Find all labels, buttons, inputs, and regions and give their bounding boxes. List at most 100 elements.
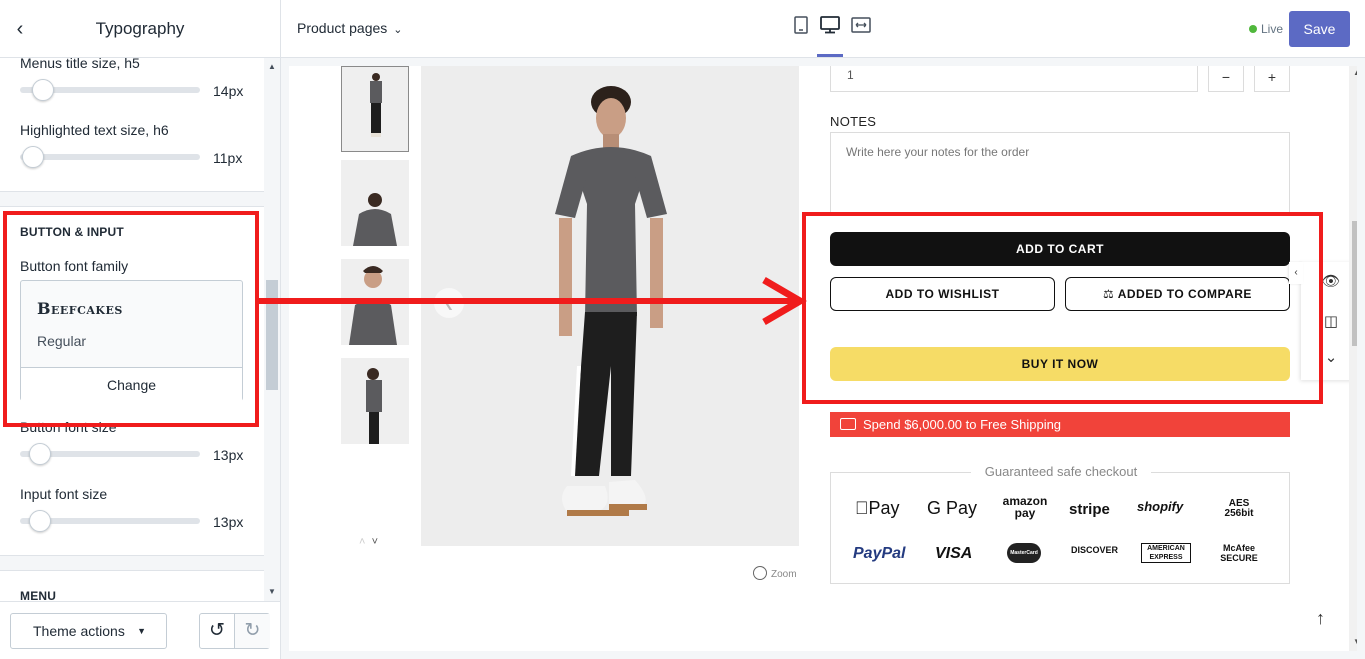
- collapse-chevron-icon[interactable]: ‹: [1289, 262, 1303, 284]
- shopping-bag-icon[interactable]: ◫: [1321, 312, 1341, 332]
- undo-icon[interactable]: ↺: [200, 614, 235, 648]
- thumb-up-icon[interactable]: ˄: [359, 536, 365, 548]
- thumbnail-nav: ˄ ˅: [359, 536, 378, 548]
- theme-actions-label: Theme actions: [33, 623, 125, 639]
- font-picker-card: Beefcakes Regular Change: [20, 280, 243, 401]
- menu-section-title: MENU: [20, 589, 57, 601]
- input-font-size-label: Input font size: [20, 486, 108, 502]
- scroll-up-icon[interactable]: ▲: [1349, 68, 1357, 77]
- added-to-compare-label: ADDED TO COMPARE: [1117, 287, 1252, 301]
- sidebar-title: Typography: [95, 19, 185, 38]
- desktop-view-icon[interactable]: [817, 16, 843, 57]
- amazon-pay-logo: amazon pay: [1002, 494, 1048, 520]
- product-thumbnail[interactable]: [341, 358, 409, 444]
- button-font-family-label: Button font family: [20, 258, 129, 274]
- thumb-down-icon[interactable]: ˅: [372, 536, 378, 548]
- change-font-button[interactable]: Change: [21, 367, 242, 401]
- scroll-up-icon[interactable]: ▲: [264, 60, 280, 74]
- save-button[interactable]: Save: [1289, 11, 1350, 47]
- redo-icon[interactable]: ↻: [235, 614, 270, 648]
- zoom-control[interactable]: Zoom: [753, 566, 797, 580]
- notes-textarea[interactable]: Write here your notes for the order: [830, 132, 1290, 216]
- mastercard-logo: MasterCard: [1007, 543, 1041, 563]
- discover-logo: DISCOVER: [1071, 545, 1119, 555]
- aes-badge: AES 256bit: [1224, 498, 1254, 519]
- fullwidth-view-icon[interactable]: [848, 16, 874, 42]
- image-prev-icon[interactable]: ❮: [434, 288, 464, 318]
- preview-scrollbar[interactable]: ▲ ▼: [1349, 66, 1357, 651]
- scrollbar-thumb[interactable]: [1352, 221, 1357, 346]
- truck-icon: [840, 418, 856, 430]
- button-font-size-label: Button font size: [20, 419, 117, 435]
- visa-logo: VISA: [935, 545, 973, 562]
- section-divider: [0, 191, 264, 207]
- undo-redo-group: ↺ ↻: [199, 613, 270, 649]
- section-divider: [0, 555, 264, 571]
- amex-logo: AMERICAN EXPRESS: [1141, 543, 1191, 563]
- highlighted-text-size-slider[interactable]: [20, 146, 200, 168]
- add-to-wishlist-button[interactable]: ADD TO WISHLIST: [830, 277, 1055, 311]
- button-font-size-slider[interactable]: [20, 443, 200, 465]
- slider-handle[interactable]: [29, 443, 51, 465]
- preview-frame: ˄ ˅ ❮ Zoom 1 − + NOTES Write here your n…: [289, 66, 1357, 651]
- sidebar-footer: Theme actions ▼ ↺ ↻: [0, 601, 280, 659]
- notes-label: NOTES: [830, 114, 877, 129]
- editor-topbar: Product pages ⌄ Live Save: [281, 0, 1365, 58]
- add-to-cart-button[interactable]: ADD TO CART: [830, 232, 1290, 266]
- product-main-image[interactable]: [421, 66, 799, 546]
- quantity-minus-button[interactable]: −: [1208, 66, 1244, 92]
- theme-actions-button[interactable]: Theme actions ▼: [10, 613, 167, 649]
- stripe-logo: stripe: [1069, 501, 1110, 518]
- zoom-icon: [753, 566, 767, 580]
- shipping-text: Spend $6,000.00 to Free Shipping: [863, 417, 1062, 432]
- apple-pay-logo: Pay: [855, 498, 900, 519]
- sidebar-scroll-area: Menus title size, h5 14px Highlighted te…: [0, 58, 264, 601]
- highlighted-text-size-label: Highlighted text size, h6: [20, 122, 169, 138]
- chevron-down-icon[interactable]: ⌄: [1321, 348, 1341, 368]
- quantity-plus-button[interactable]: +: [1254, 66, 1290, 92]
- back-to-top-icon[interactable]: ↑: [1316, 608, 1325, 629]
- caret-down-icon: ▼: [137, 626, 146, 636]
- input-font-size-slider[interactable]: [20, 510, 200, 532]
- mcafee-logo: McAfee SECURE: [1220, 543, 1258, 563]
- store-preview: ˄ ˅ ❮ Zoom 1 − + NOTES Write here your n…: [281, 58, 1365, 659]
- scroll-down-icon[interactable]: ▼: [1349, 637, 1357, 646]
- live-status: Live: [1249, 22, 1283, 36]
- eye-icon[interactable]: 👁: [1321, 272, 1341, 292]
- compare-icon: ⚖: [1103, 287, 1115, 301]
- added-to-compare-button[interactable]: ⚖ ADDED TO COMPARE: [1065, 277, 1290, 311]
- scrollbar-thumb[interactable]: [266, 280, 278, 390]
- mobile-view-icon[interactable]: [788, 16, 814, 42]
- slider-handle[interactable]: [29, 510, 51, 532]
- google-pay-logo: G Pay: [927, 498, 978, 518]
- button-input-section-title: BUTTON & INPUT: [20, 225, 124, 239]
- slider-handle[interactable]: [22, 146, 44, 168]
- live-status-text: Live: [1261, 22, 1284, 36]
- input-font-size-value: 13px: [213, 514, 244, 530]
- buy-it-now-button[interactable]: BUY IT NOW: [830, 347, 1290, 381]
- theme-editor: ‹ Typography Menus title size, h5 14px H…: [0, 0, 1365, 659]
- button-font-size-value: 13px: [213, 447, 244, 463]
- highlighted-text-size-value: 11px: [213, 150, 243, 166]
- zoom-label: Zoom: [771, 569, 797, 580]
- settings-sidebar: ‹ Typography Menus title size, h5 14px H…: [0, 0, 281, 659]
- status-dot-icon: [1249, 25, 1257, 33]
- product-thumbnail[interactable]: [341, 160, 409, 246]
- scroll-down-icon[interactable]: ▼: [264, 585, 280, 599]
- product-thumbnail[interactable]: [341, 259, 409, 345]
- menus-title-size-label: Menus title size, h5: [20, 58, 140, 71]
- menus-title-size-slider[interactable]: [20, 79, 200, 101]
- page-select-label: Product pages: [297, 20, 388, 36]
- paypal-logo: PayPal: [853, 545, 906, 562]
- quantity-input[interactable]: 1: [830, 66, 1198, 92]
- trust-title: Guaranteed safe checkout: [971, 464, 1151, 479]
- sidebar-header: ‹ Typography: [0, 0, 280, 58]
- slider-handle[interactable]: [32, 79, 54, 101]
- sidebar-scrollbar[interactable]: ▲ ▼: [264, 58, 280, 601]
- font-name: Beefcakes: [37, 299, 123, 318]
- apple-pay-text: Pay: [855, 498, 900, 518]
- product-thumbnail[interactable]: [341, 66, 409, 152]
- menus-title-size-value: 14px: [213, 83, 244, 99]
- apple-icon: : [855, 498, 869, 518]
- page-type-select[interactable]: Product pages ⌄: [297, 20, 403, 36]
